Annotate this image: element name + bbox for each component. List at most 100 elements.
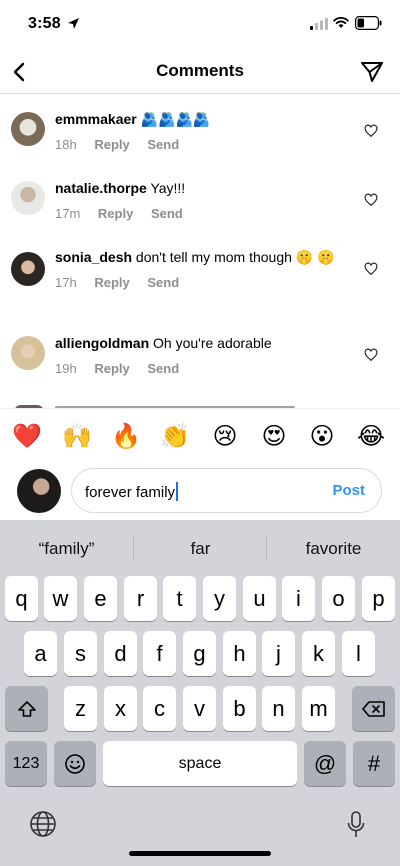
emoji-surprised-button[interactable]: 😮 [306,423,338,451]
emoji-key[interactable] [54,741,96,786]
status-time: 3:58 [28,15,61,32]
header: Comments [0,50,400,94]
comment-list: emmmakaer 🫂🫂🫂🫂 18h Reply Send natalie.th… [0,94,400,408]
emoji-heart-button[interactable]: ❤️ [11,423,43,451]
comment-meta: 17h Reply Send [55,273,335,292]
suggestion-3[interactable]: favorite [267,539,400,559]
comment-text: Oh you're adorable [153,335,272,351]
key-a[interactable]: a [24,631,57,676]
shift-icon [17,700,36,717]
avatar [17,469,61,513]
status-bar: 3:58 [0,0,400,50]
send-comment-button[interactable]: Send [147,137,179,152]
emoji-clap-button[interactable]: 👏 [159,423,191,451]
send-comment-button[interactable]: Send [147,275,179,290]
avatar[interactable] [11,252,45,286]
comment-username[interactable]: emmmakaer [55,111,137,127]
emoji-raised-hands-button[interactable]: 🙌 [61,423,93,451]
reply-button[interactable]: Reply [94,275,129,290]
emoji-heart-eyes-button[interactable]: 😍 [258,423,290,451]
reply-button[interactable]: Reply [94,361,129,376]
key-m[interactable]: m [302,686,335,731]
comment-time: 17m [55,206,81,221]
key-s[interactable]: s [64,631,97,676]
space-key[interactable]: space [103,741,297,786]
comment-meta: 17m Reply Send [55,204,335,223]
backspace-key[interactable] [352,686,395,731]
wifi-icon [333,16,349,28]
microphone-icon [347,811,365,837]
key-v[interactable]: v [183,686,216,731]
emoji-quick-bar: ❤️ 🙌 🔥 👏 😢 😍 😮 😂 [0,408,400,464]
send-comment-button[interactable]: Send [151,206,183,221]
globe-button[interactable] [28,809,58,839]
comment-input[interactable]: forever family Post [71,468,382,513]
key-l[interactable]: l [342,631,375,676]
comment-composer: forever family Post [0,464,400,520]
send-button[interactable] [358,58,386,86]
send-comment-button[interactable]: Send [147,361,179,376]
key-q[interactable]: q [5,576,38,621]
comment-username[interactable]: natalie.thorpe [55,180,147,196]
key-h[interactable]: h [223,631,256,676]
emoji-fire-button[interactable]: 🔥 [110,423,142,451]
key-z[interactable]: z [64,686,97,731]
emoji-laughing-button[interactable]: 😂 [355,423,387,451]
backspace-icon [361,700,385,717]
key-j[interactable]: j [262,631,295,676]
hash-key[interactable]: # [353,741,395,786]
comment-body: emmmakaer 🫂🫂🫂🫂 18h Reply Send [55,110,335,154]
avatar[interactable] [11,112,45,146]
comment-meta: 19h Reply Send [55,359,335,378]
comment-username[interactable]: sonia_desh [55,249,132,265]
key-o[interactable]: o [322,576,355,621]
comment-time: 19h [55,361,77,376]
shift-key[interactable] [5,686,48,731]
reply-button[interactable]: Reply [94,137,129,152]
comment-input-value: forever family [85,484,176,501]
avatar[interactable] [11,336,45,370]
comment-meta: 18h Reply Send [55,135,335,154]
at-key[interactable]: @ [304,741,346,786]
key-c[interactable]: c [143,686,176,731]
emoji-crying-button[interactable]: 😢 [209,423,241,451]
reply-button[interactable]: Reply [98,206,133,221]
key-u[interactable]: u [243,576,276,621]
comment-username[interactable]: alliengoldman [55,335,149,351]
key-b[interactable]: b [223,686,256,731]
key-p[interactable]: p [362,576,395,621]
key-g[interactable]: g [183,631,216,676]
key-i[interactable]: i [282,576,315,621]
heart-icon[interactable] [364,193,378,207]
heart-icon[interactable] [364,262,378,276]
suggestion-1[interactable]: “family” [0,539,133,559]
key-f[interactable]: f [143,631,176,676]
key-x[interactable]: x [104,686,137,731]
suggestion-2[interactable]: far [134,539,267,559]
comment-body: natalie.thorpe Yay!!! 17m Reply Send [55,179,335,223]
dictation-button[interactable] [341,809,371,841]
key-t[interactable]: t [163,576,196,621]
key-r[interactable]: r [124,576,157,621]
battery-icon [355,16,382,30]
key-n[interactable]: n [262,686,295,731]
home-indicator [129,851,271,856]
key-e[interactable]: e [84,576,117,621]
key-y[interactable]: y [203,576,236,621]
heart-icon[interactable] [364,124,378,138]
post-button[interactable]: Post [332,482,365,499]
avatar[interactable] [11,181,45,215]
key-d[interactable]: d [104,631,137,676]
comment-body: alliengoldman Oh you're adorable 19h Rep… [55,334,335,378]
key-k[interactable]: k [302,631,335,676]
keyboard: “family” far favorite q w e r t y u i o … [0,520,400,866]
comment-body: sonia_desh don't tell my mom though 🤫 🤫 … [55,248,335,292]
heart-icon[interactable] [364,348,378,362]
comment-text: Yay!!! [150,180,186,196]
numbers-key[interactable]: 123 [5,741,47,786]
key-w[interactable]: w [44,576,77,621]
comment-time: 17h [55,275,77,290]
emoji-icon [65,753,85,774]
globe-icon [30,811,56,837]
comment-time: 18h [55,137,77,152]
